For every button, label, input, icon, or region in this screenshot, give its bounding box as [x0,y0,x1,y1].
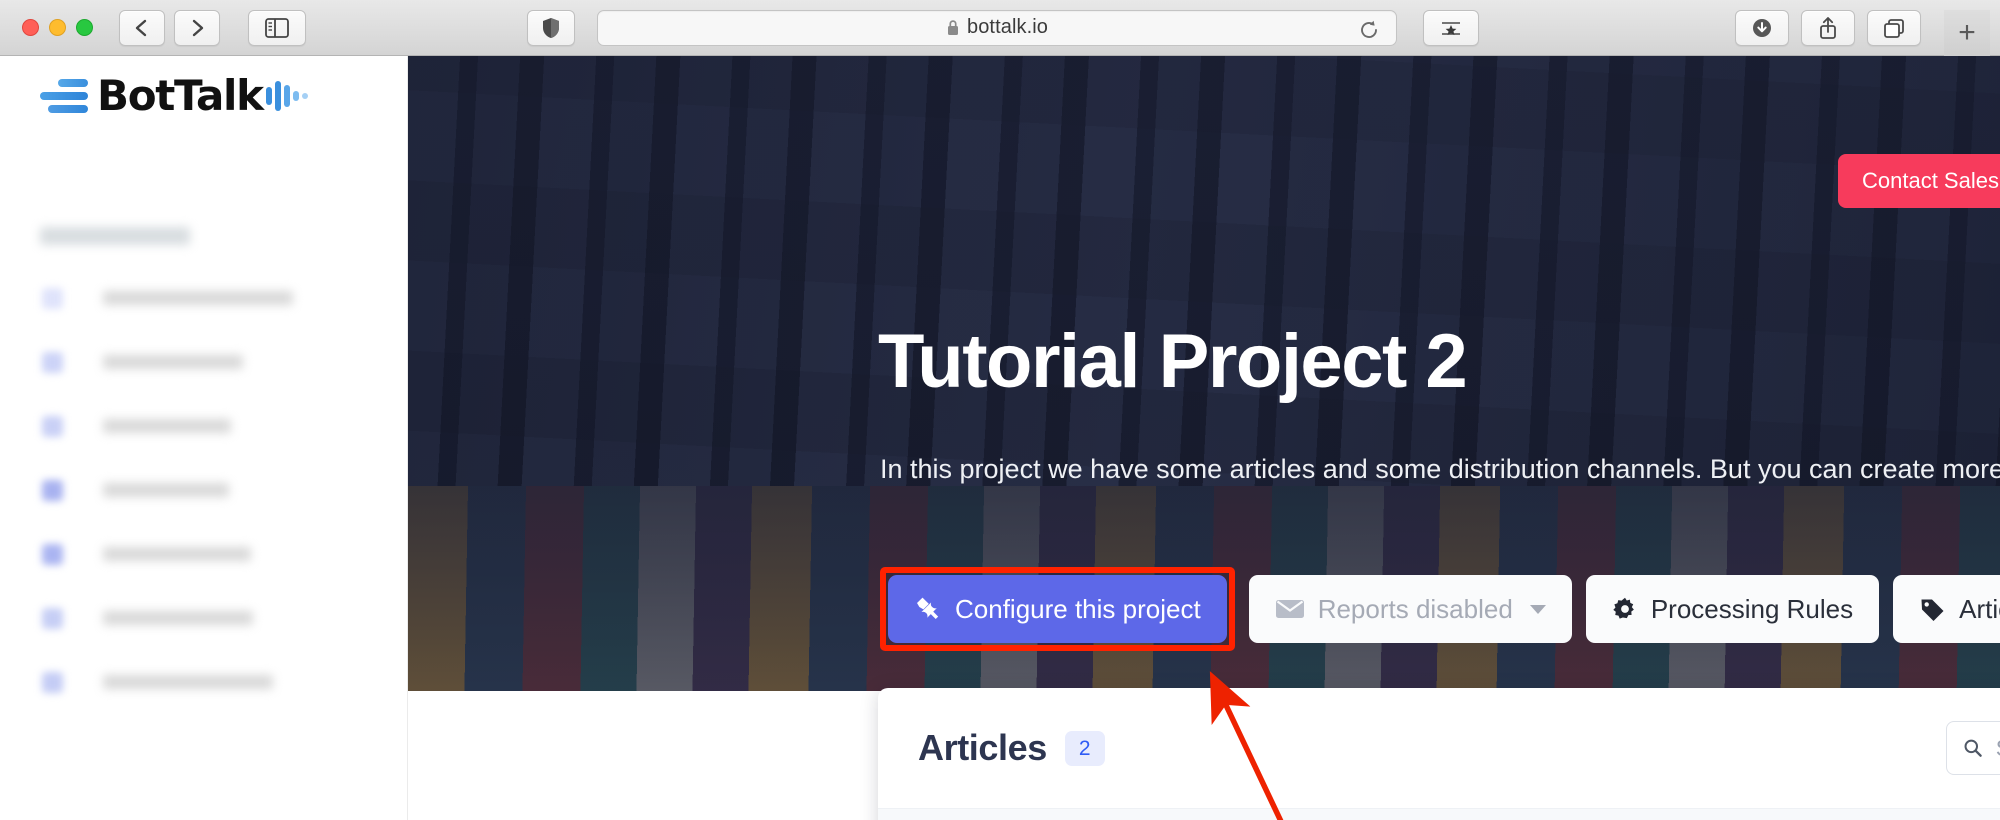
maximize-window-button[interactable] [76,19,93,36]
sidebar-item-1-icon [42,287,63,309]
sidebar-toggle-icon [265,17,289,38]
articles-count-badge: 2 [1064,730,1105,766]
sidebar-item-3-icon [42,415,63,437]
sidebar-item-6-icon [42,607,63,629]
logo-waveform-icon [265,81,308,111]
address-bar[interactable]: bottalk.io [597,9,1397,46]
sidebar-item-7-icon [42,671,63,693]
configure-button-highlight: Configure this project [880,567,1235,651]
forward-button[interactable] [174,9,220,46]
sidebar-item-4-label [103,483,229,497]
reading-list-wrapper [1423,9,1479,46]
main-content: Contact Sales Tutorial Project 2 In this… [408,56,2000,820]
url-text: bottalk.io [966,16,1049,38]
privacy-report-button[interactable] [527,9,575,46]
page-body: BotTalk Contact Sales Tutorial Project 2… [0,56,2000,820]
articles-card: Articles 2 STATUS TITLE DATE ADDED LABEL… [878,688,2000,820]
gear-icon [1613,597,1634,619]
sidebar-section-title-row [0,206,408,266]
sidebar-item-6[interactable] [0,586,408,650]
sidebar-nav-list [0,206,408,714]
search-box[interactable] [1946,721,2000,775]
reload-button[interactable] [1358,19,1380,46]
search-icon [1964,739,1982,757]
articles-table-header: STATUS TITLE DATE ADDED LABELS [878,808,2000,820]
articles-card-header: Articles 2 [878,688,2000,808]
sidebar-item-1[interactable] [0,266,408,330]
bookmark-button[interactable] [1423,9,1479,46]
sidebar-item-5-icon [42,543,63,565]
sidebar-toggle-wrapper [248,9,306,46]
app-sidebar: BotTalk [0,56,408,820]
tools-icon [917,597,939,620]
logo-bars-icon [40,79,88,113]
sidebar-item-3-label [103,419,231,433]
sidebar-item-4[interactable] [0,458,408,522]
downloads-icon [1753,18,1771,37]
new-tab-button[interactable]: + [1944,10,1990,56]
browser-toolbar: bottalk.io + [0,0,2000,56]
articles-qa-label: Articles QA [1959,593,2000,624]
bottalk-logo[interactable]: BotTalk [40,68,308,124]
shield-privacy-icon [543,17,559,38]
tab-overview-button[interactable] [1867,9,1921,46]
configure-this-project-label: Configure this project [955,593,1201,624]
processing-rules-label: Processing Rules [1650,593,1854,624]
address-bar-content: bottalk.io [946,16,1048,39]
sidebar-item-6-label [103,611,253,625]
close-window-button[interactable] [22,19,39,36]
reports-disabled-button[interactable]: Reports disabled [1248,575,1572,643]
hero-action-buttons: Configure this project Reports disabled [880,567,2000,651]
reload-icon [1361,20,1377,38]
navigation-buttons [119,9,220,46]
minimize-window-button[interactable] [49,19,66,36]
envelope-icon [1275,600,1304,618]
page-title: Tutorial Project 2 [878,319,1468,404]
sidebar-item-7[interactable] [0,650,408,714]
chevron-down-icon [1529,604,1546,614]
sidebar-item-5[interactable] [0,522,408,586]
lock-icon [947,19,958,35]
sidebar-item-7-label [103,675,273,689]
sidebar-item-2-label [103,355,243,369]
contact-sales-button[interactable]: Contact Sales [1838,154,2000,208]
chevron-left-icon [135,19,147,36]
share-button[interactable] [1801,9,1855,46]
tab-overview-icon [1884,18,1904,38]
sidebar-item-5-label [103,547,251,561]
bookmark-star-icon [1442,21,1460,35]
search-input[interactable] [1995,734,2000,762]
sidebar-toggle-button[interactable] [248,9,306,46]
privacy-report-wrapper [527,9,575,46]
reports-disabled-label: Reports disabled [1317,593,1513,624]
logo-wordmark: BotTalk [97,71,264,120]
downloads-button[interactable] [1735,9,1789,46]
toolbar-right-buttons [1735,9,1921,46]
share-icon [1820,16,1836,39]
sidebar-item-2-icon [42,351,63,373]
configure-this-project-button[interactable]: Configure this project [888,575,1227,643]
processing-rules-button[interactable]: Processing Rules [1585,575,1880,643]
chevron-right-icon [192,19,204,36]
back-button[interactable] [119,9,165,46]
sidebar-item-2[interactable] [0,330,408,394]
project-hero: Contact Sales Tutorial Project 2 In this… [408,56,2000,691]
sidebar-item-3[interactable] [0,394,408,458]
sidebar-item-4-icon [42,479,63,501]
sidebar-item-1-label [103,291,293,305]
page-subtitle: In this project we have some articles an… [880,454,2000,484]
articles-qa-button[interactable]: Articles QA [1893,575,2000,643]
sidebar-section-title [40,227,190,245]
articles-title: Articles [918,727,1047,768]
tag-icon [1921,599,1944,621]
window-controls [22,19,93,36]
